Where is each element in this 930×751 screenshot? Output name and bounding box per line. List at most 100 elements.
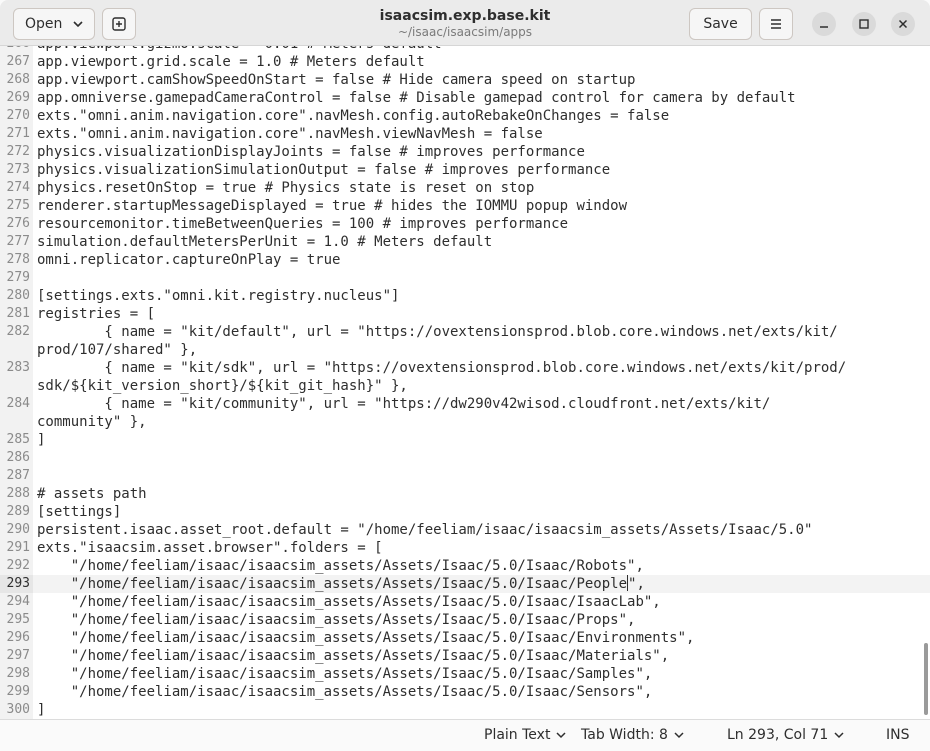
line-number: 294 (0, 593, 33, 611)
code-line[interactable]: 282 { name = "kit/default", url = "https… (0, 323, 930, 341)
tab-width-selector[interactable]: Tab Width: 8 (581, 727, 685, 743)
code-line[interactable]: 285] (0, 431, 930, 449)
code-line[interactable]: 273 physics.visualizationSimulationOutput… (0, 161, 930, 179)
line-text: "/home/feeliam/isaac/isaacsim_assets/Ass… (37, 684, 653, 700)
code-line[interactable]: 279 (0, 269, 930, 287)
line-number: 266 (0, 46, 33, 53)
code-line[interactable]: 268 app.viewport.camShowSpeedOnStart = fa… (0, 71, 930, 89)
save-button-label: Save (703, 16, 738, 32)
insert-mode-indicator[interactable]: INS (886, 727, 910, 743)
text-editor-area[interactable]: 266 app.viewport.gizmo.scale = 0.01 # Met… (0, 46, 930, 719)
code-line[interactable]: 298 "/home/feeliam/isaac/isaacsim_assets… (0, 665, 930, 683)
minimize-button[interactable] (812, 12, 836, 36)
save-button[interactable]: Save (689, 8, 752, 40)
line-text: "/home/feeliam/isaac/isaacsim_assets/Ass… (37, 648, 670, 664)
code-line[interactable]: 289 [settings] (0, 503, 930, 521)
main-menu-button[interactable] (759, 8, 793, 40)
code-line[interactable]: 267 app.viewport.grid.scale = 1.0 # Meter… (0, 53, 930, 71)
code-line[interactable]: 275 renderer.startupMessageDisplayed = tr… (0, 197, 930, 215)
line-number: 284 (0, 395, 33, 413)
line-number: 280 (0, 287, 33, 305)
code-line[interactable]: 284 { name = "kit/community", url = "htt… (0, 395, 930, 413)
code-line[interactable]: 287 (0, 467, 930, 485)
line-text: { name = "kit/sdk", url = "https://ovext… (37, 360, 847, 376)
line-text: exts."omni.anim.navigation.core".navMesh… (37, 108, 670, 124)
header-bar: Open isaacsim.exp.base.kit ~/isaac/isaac… (0, 0, 930, 46)
code-line[interactable]: 292 "/home/feeliam/isaac/isaacsim_assets… (0, 557, 930, 575)
line-number: 287 (0, 467, 33, 485)
line-number: 269 (0, 89, 33, 107)
line-text: # assets path (37, 486, 147, 502)
line-number: 288 (0, 485, 33, 503)
minimize-icon (819, 19, 829, 29)
line-number: 296 (0, 629, 33, 647)
code-line[interactable]: 269 app.omniverse.gamepadCameraControl = … (0, 89, 930, 107)
line-number: 291 (0, 539, 33, 557)
code-line[interactable]: 272 physics.visualizationDisplayJoints = … (0, 143, 930, 161)
new-tab-button[interactable] (102, 8, 136, 40)
line-text: simulation.defaultMetersPerUnit = 1.0 # … (37, 234, 493, 250)
code-line[interactable]: 297 "/home/feeliam/isaac/isaacsim_assets… (0, 647, 930, 665)
line-number (0, 377, 33, 395)
line-text: physics.resetOnStop = true # Physics sta… (37, 180, 535, 196)
line-text: ] (37, 432, 46, 448)
line-number: 274 (0, 179, 33, 197)
line-text: sdk/${kit_version_short}/${kit_git_hash}… (37, 378, 408, 394)
open-button[interactable]: Open (13, 8, 95, 40)
code-line[interactable]: prod/107/shared" }, (0, 341, 930, 359)
line-text: app.viewport.gizmo.scale = 0.01 # Meters… (37, 46, 442, 53)
cursor-position-label: Ln 293, Col 71 (727, 727, 829, 743)
code-line[interactable]: sdk/${kit_version_short}/${kit_git_hash}… (0, 377, 930, 395)
line-text: ] (37, 702, 46, 718)
line-number: 292 (0, 557, 33, 575)
line-number: 286 (0, 449, 33, 467)
tab-width-label: Tab Width: 8 (581, 727, 668, 743)
code-line[interactable]: 290 persistent.isaac.asset_root.default =… (0, 521, 930, 539)
maximize-icon (859, 19, 869, 29)
code-line[interactable]: 270 exts."omni.anim.navigation.core".navM… (0, 107, 930, 125)
code-line[interactable]: 293 "/home/feeliam/isaac/isaacsim_assets… (0, 575, 930, 593)
line-number: 285 (0, 431, 33, 449)
code-line[interactable]: 278 omni.replicator.captureOnPlay = true (0, 251, 930, 269)
cursor-position-selector[interactable]: Ln 293, Col 71 (727, 727, 845, 743)
code-line[interactable]: 295 "/home/feeliam/isaac/isaacsim_assets… (0, 611, 930, 629)
chevron-down-icon (833, 728, 845, 742)
line-number: 267 (0, 53, 33, 71)
line-text: { name = "kit/community", url = "https:/… (37, 396, 771, 412)
line-text: { name = "kit/default", url = "https://o… (37, 324, 838, 340)
code-line[interactable]: 280 [settings.exts."omni.kit.registry.nuc… (0, 287, 930, 305)
line-text: resourcemonitor.timeBetweenQueries = 100… (37, 216, 569, 232)
code-line[interactable]: 283 { name = "kit/sdk", url = "https://o… (0, 359, 930, 377)
code-line[interactable]: 296 "/home/feeliam/isaac/isaacsim_assets… (0, 629, 930, 647)
line-number: 272 (0, 143, 33, 161)
code-line[interactable]: 288 # assets path (0, 485, 930, 503)
chevron-down-icon (673, 728, 685, 742)
code-line[interactable]: 271 exts."omni.anim.navigation.core".navM… (0, 125, 930, 143)
code-line[interactable]: 274 physics.resetOnStop = true # Physics … (0, 179, 930, 197)
code-line[interactable]: 294 "/home/feeliam/isaac/isaacsim_assets… (0, 593, 930, 611)
close-button[interactable] (891, 12, 915, 36)
line-number: 297 (0, 647, 33, 665)
line-text: "/home/feeliam/isaac/isaacsim_assets/Ass… (37, 558, 644, 574)
insert-mode-label: INS (886, 727, 910, 743)
line-number: 279 (0, 269, 33, 287)
line-number (0, 413, 33, 431)
language-selector[interactable]: Plain Text (484, 727, 567, 743)
code-line[interactable]: 277 simulation.defaultMetersPerUnit = 1.0… (0, 233, 930, 251)
code-line[interactable]: community" }, (0, 413, 930, 431)
code-line[interactable]: 300] (0, 701, 930, 719)
line-number: 289 (0, 503, 33, 521)
status-bar: Plain Text Tab Width: 8 Ln 293, Col 71 I… (0, 719, 930, 751)
line-number: 273 (0, 161, 33, 179)
maximize-button[interactable] (852, 12, 876, 36)
line-text: "/home/feeliam/isaac/isaacsim_assets/Ass… (37, 594, 661, 610)
code-line[interactable]: 266 app.viewport.gizmo.scale = 0.01 # Met… (0, 46, 930, 53)
vertical-scrollbar[interactable] (924, 643, 928, 715)
hamburger-menu-icon (768, 16, 784, 32)
code-line[interactable]: 291 exts."isaacsim.asset.browser".folders… (0, 539, 930, 557)
code-line[interactable]: 286 (0, 449, 930, 467)
code-line[interactable]: 281 registries = [ (0, 305, 930, 323)
line-text: physics.visualizationSimulationOutput = … (37, 162, 611, 178)
code-line[interactable]: 299 "/home/feeliam/isaac/isaacsim_assets… (0, 683, 930, 701)
code-line[interactable]: 276 resourcemonitor.timeBetweenQueries = … (0, 215, 930, 233)
